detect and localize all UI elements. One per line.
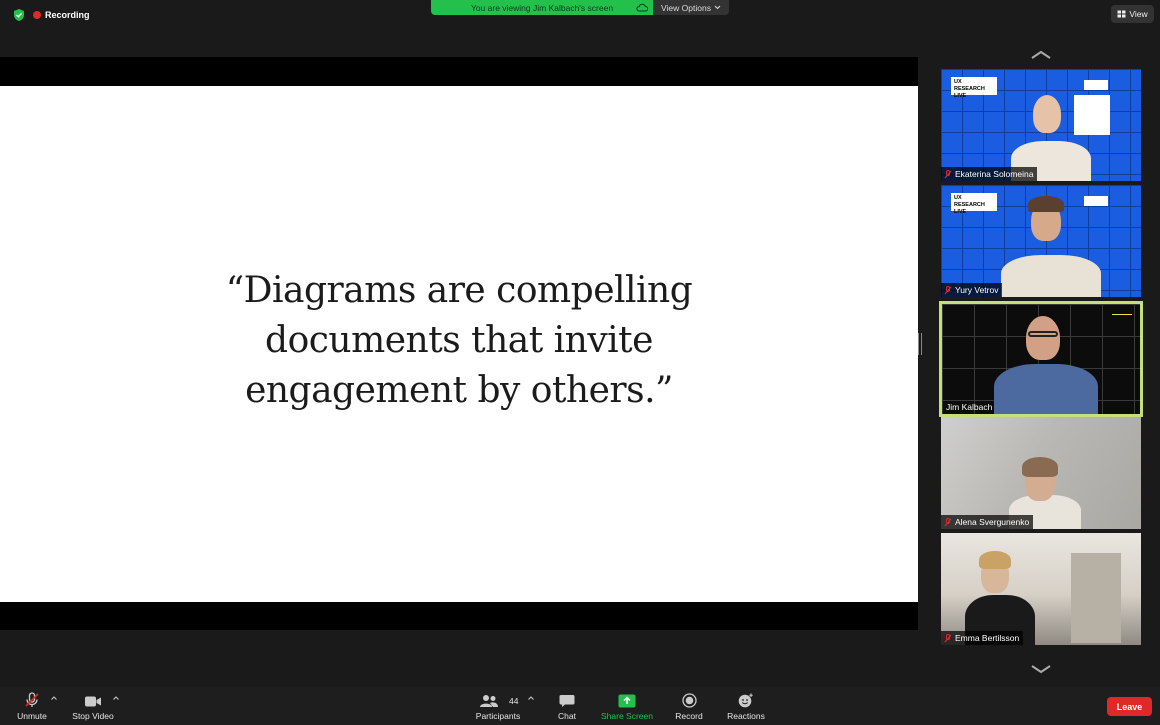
participant-name-tag: Emma Bertilsson <box>941 631 1024 645</box>
participant-name-tag: Ekaterina Solomeina <box>941 167 1038 181</box>
share-screen-button[interactable]: Share Screen <box>598 687 656 725</box>
meeting-toolbar: Unmute Stop Video Participants Chat Shar… <box>0 687 1160 725</box>
share-screen-label: Share Screen <box>601 711 653 721</box>
banner-text: You are viewing Jim Kalbach's screen <box>470 2 614 13</box>
person-hair <box>1028 196 1064 212</box>
background-door <box>1071 553 1121 643</box>
audio-options-caret-icon[interactable] <box>51 696 57 700</box>
chat-bubble-icon <box>559 695 575 707</box>
person-hair <box>1022 457 1058 477</box>
scroll-up-arrow-icon[interactable] <box>1030 50 1052 60</box>
mic-muted-icon <box>944 285 952 294</box>
quote-line: “Diagrams are compelling <box>225 270 693 311</box>
recording-dot-icon <box>33 11 41 19</box>
recording-indicator[interactable]: Recording <box>33 8 90 22</box>
quote-line: documents that invite <box>265 320 653 361</box>
person-head <box>1033 95 1061 133</box>
video-options-caret-icon[interactable] <box>113 696 119 700</box>
participant-name-tag: Jim Kalbach <box>942 400 996 414</box>
cloud-icon <box>636 3 648 12</box>
person-hair <box>979 551 1011 569</box>
mic-muted-icon <box>944 517 952 526</box>
view-options-label: View Options <box>661 2 711 13</box>
reactions-label: Reactions <box>727 711 765 721</box>
participant-tile-yury[interactable]: UX RESEARCH LIVE Yury Vetrov <box>941 185 1141 297</box>
participants-label: Participants <box>475 711 521 721</box>
record-icon <box>681 693 697 708</box>
slide-accent <box>1112 314 1132 330</box>
chevron-down-icon <box>714 5 721 10</box>
view-options-button[interactable]: View Options <box>653 0 729 15</box>
participant-name: Jim Kalbach <box>946 402 993 412</box>
event-badge: UX RESEARCH LIVE <box>951 77 997 99</box>
mic-muted-icon <box>944 169 952 178</box>
video-camera-icon <box>85 696 101 707</box>
participant-tile-ekaterina[interactable]: UX RESEARCH LIVE Ekaterina Solomeina <box>941 69 1141 181</box>
slide-card <box>1084 196 1108 206</box>
leave-button[interactable]: Leave <box>1107 697 1152 716</box>
security-shield-icon[interactable] <box>12 8 26 22</box>
participants-options-caret-icon[interactable] <box>528 696 534 700</box>
participant-name: Emma Bertilsson <box>955 633 1020 643</box>
participants-count: 44 <box>509 696 519 706</box>
participant-tile-emma[interactable]: Emma Bertilsson <box>941 533 1141 645</box>
record-label: Record <box>675 711 703 721</box>
person-head <box>1026 316 1060 360</box>
person-body <box>1001 255 1101 297</box>
participants-button[interactable]: Participants <box>472 687 524 725</box>
participant-name: Alena Svergunenko <box>955 517 1030 527</box>
participant-tile-jim-active-speaker[interactable]: Jim Kalbach <box>939 301 1143 417</box>
reactions-button[interactable]: Reactions <box>724 687 768 725</box>
view-button[interactable]: View <box>1111 5 1154 23</box>
grid-view-icon <box>1117 10 1126 18</box>
emoji-smile-icon <box>738 693 753 708</box>
chat-label: Chat <box>558 711 576 721</box>
viewing-screen-banner: You are viewing Jim Kalbach's screen <box>431 0 653 15</box>
participant-name-tag: Yury Vetrov <box>941 283 1003 297</box>
mic-muted-icon <box>944 633 952 642</box>
stop-video-label: Stop Video <box>72 711 114 721</box>
unmute-button[interactable]: Unmute <box>12 687 52 725</box>
share-screen-icon <box>618 694 636 708</box>
shared-screen: “Diagrams are compelling documents that … <box>0 57 918 630</box>
participant-name: Yury Vetrov <box>955 285 999 295</box>
glasses-icon <box>1028 331 1058 337</box>
participant-tile-alena[interactable]: Alena Svergunenko <box>941 417 1141 529</box>
person-body <box>994 364 1098 414</box>
quote-line: engagement by others.” <box>245 370 673 411</box>
participant-name: Ekaterina Solomeina <box>955 169 1034 179</box>
presentation-slide: “Diagrams are compelling documents that … <box>0 86 918 602</box>
chat-button[interactable]: Chat <box>552 687 582 725</box>
zoom-meeting-window: Recording You are viewing Jim Kalbach's … <box>0 0 1160 725</box>
stop-video-button[interactable]: Stop Video <box>68 687 118 725</box>
view-label: View <box>1129 9 1148 19</box>
slide-quote: “Diagrams are compelling documents that … <box>199 266 719 416</box>
mic-muted-icon <box>25 692 39 707</box>
participants-icon <box>480 695 498 707</box>
scroll-down-arrow-icon[interactable] <box>1030 664 1052 674</box>
record-button[interactable]: Record <box>672 687 706 725</box>
slide-card <box>1084 80 1108 90</box>
agenda-card <box>1074 95 1110 135</box>
resize-handle[interactable] <box>918 333 922 355</box>
recording-label: Recording <box>45 10 90 20</box>
participant-name-tag: Alena Svergunenko <box>941 515 1034 529</box>
event-badge: UX RESEARCH LIVE <box>951 193 997 215</box>
unmute-label: Unmute <box>17 711 47 721</box>
